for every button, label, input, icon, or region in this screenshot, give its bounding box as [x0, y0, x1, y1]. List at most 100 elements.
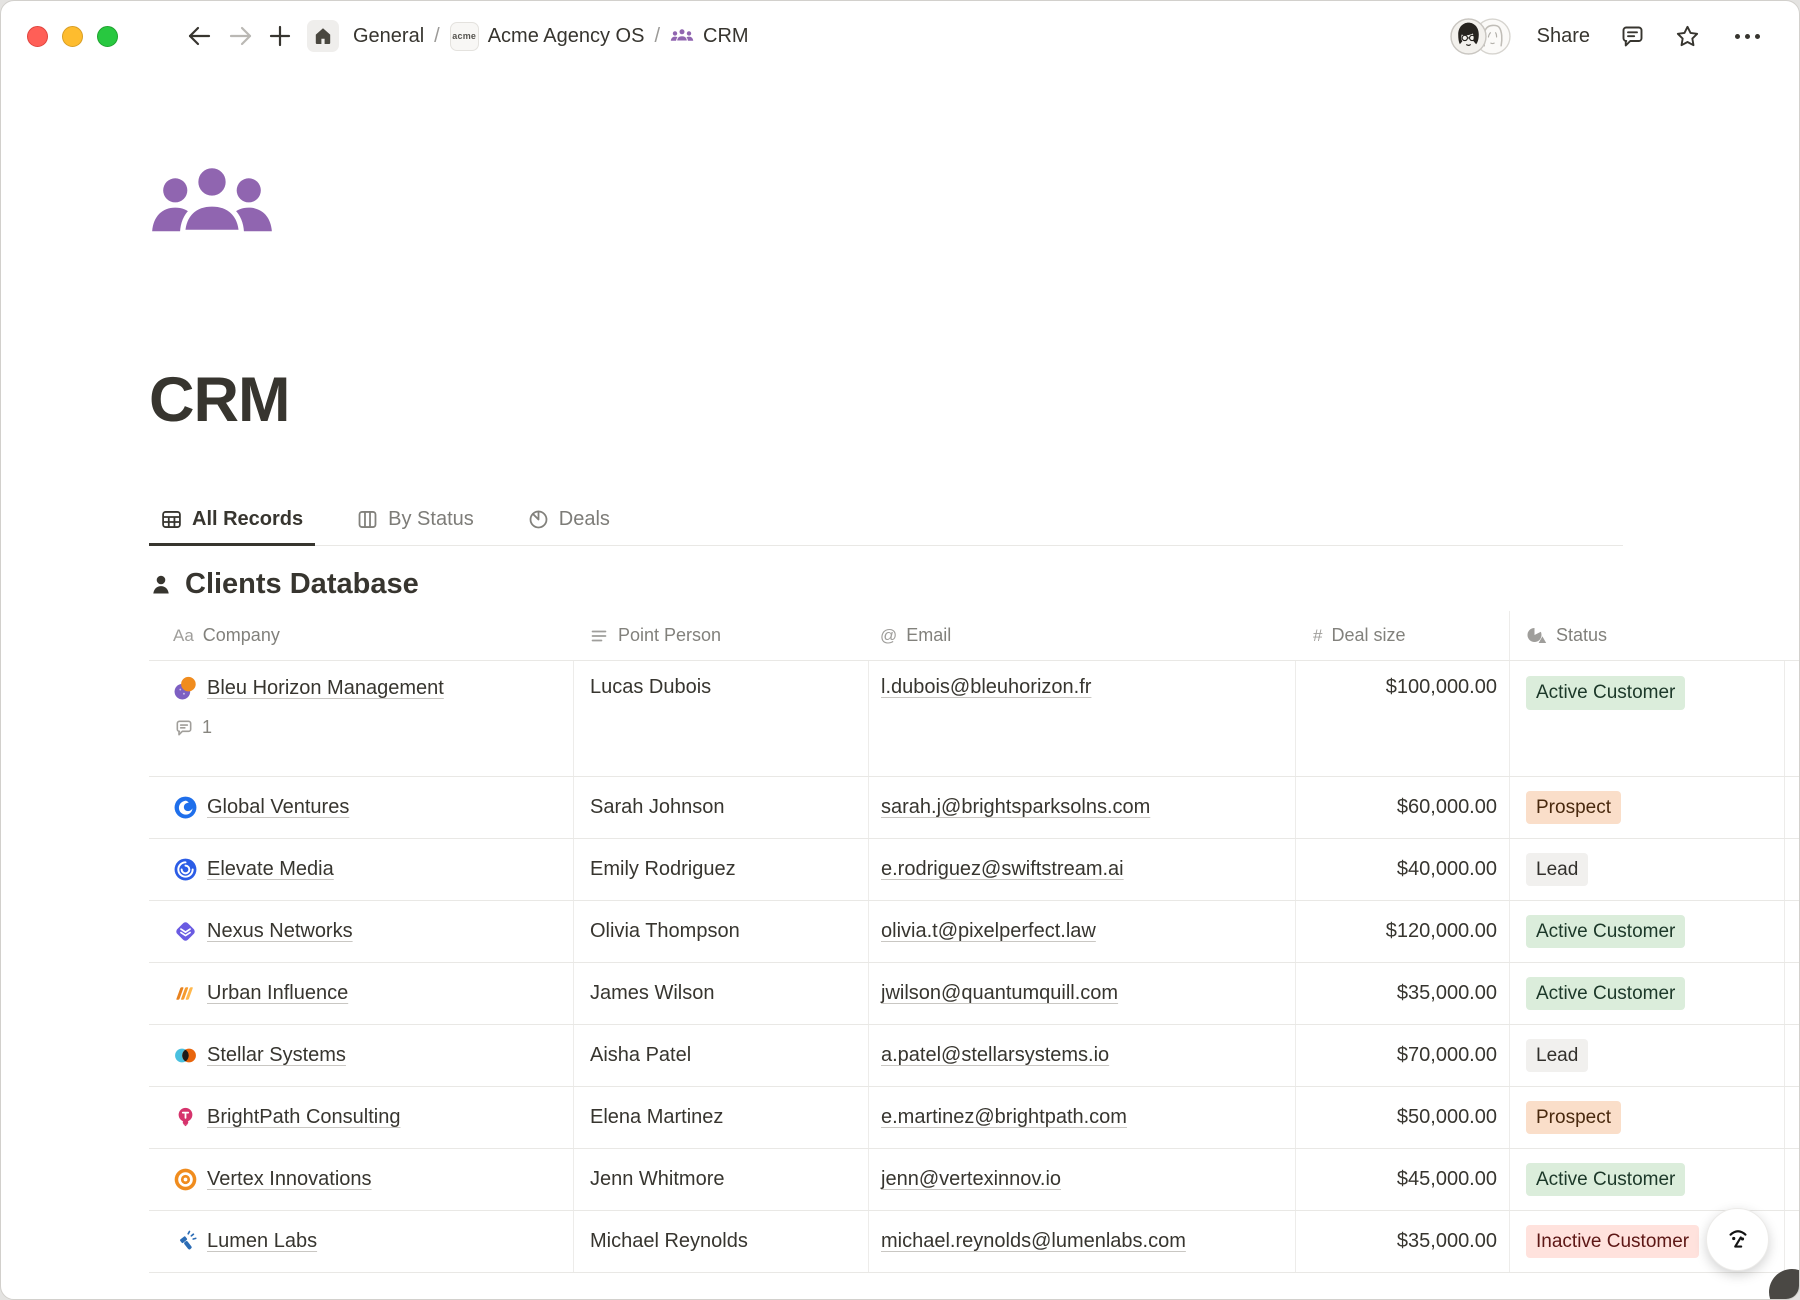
- page-icon-people-group[interactable]: [149, 163, 275, 245]
- status-badge[interactable]: Active Customer: [1526, 1163, 1685, 1197]
- home-button[interactable]: [307, 20, 339, 52]
- company-cell[interactable]: Lumen Labs: [149, 1211, 573, 1272]
- email-cell[interactable]: michael.reynolds@lumenlabs.com: [868, 1211, 1295, 1272]
- status-cell[interactable]: Active Customer: [1509, 963, 1784, 1024]
- status-cell[interactable]: Lead: [1509, 1025, 1784, 1086]
- person-cell[interactable]: Olivia Thompson: [573, 901, 868, 962]
- deal-size-cell[interactable]: $35,000.00: [1295, 963, 1509, 1024]
- breadcrumb-crm[interactable]: CRM: [664, 22, 755, 51]
- deal-size-cell[interactable]: $40,000.00: [1295, 839, 1509, 900]
- email-cell[interactable]: e.rodriguez@swiftstream.ai: [868, 839, 1295, 900]
- company-link[interactable]: Elevate Media: [207, 858, 334, 881]
- notion-ai-button[interactable]: [1706, 1208, 1769, 1271]
- breadcrumb-general[interactable]: General: [347, 22, 430, 51]
- email-cell[interactable]: jenn@vertexinnov.io: [868, 1149, 1295, 1210]
- status-badge[interactable]: Lead: [1526, 1039, 1588, 1073]
- company-link[interactable]: BrightPath Consulting: [207, 1106, 400, 1129]
- email-cell[interactable]: e.martinez@brightpath.com: [868, 1087, 1295, 1148]
- breadcrumb-workspace[interactable]: acme Acme Agency OS: [444, 19, 651, 54]
- person-cell[interactable]: James Wilson: [573, 963, 868, 1024]
- email-cell[interactable]: sarah.j@brightsparksolns.com: [868, 777, 1295, 838]
- status-badge[interactable]: Lead: [1526, 853, 1588, 887]
- email-link[interactable]: a.patel@stellarsystems.io: [881, 1044, 1109, 1067]
- status-cell[interactable]: Lead: [1509, 839, 1784, 900]
- email-link[interactable]: e.rodriguez@swiftstream.ai: [881, 858, 1124, 881]
- deal-size-cell[interactable]: $100,000.00: [1295, 661, 1509, 776]
- database-title[interactable]: Clients Database: [149, 568, 1799, 601]
- share-button[interactable]: Share: [1529, 21, 1598, 52]
- company-cell[interactable]: Elevate Media: [149, 839, 573, 900]
- tab-by-status[interactable]: By Status: [345, 508, 486, 546]
- company-cell[interactable]: Nexus Networks: [149, 901, 573, 962]
- email-link[interactable]: olivia.t@pixelperfect.law: [881, 920, 1096, 943]
- status-badge[interactable]: Inactive Customer: [1526, 1225, 1699, 1259]
- person-cell[interactable]: Aisha Patel: [573, 1025, 868, 1086]
- company-cell[interactable]: Stellar Systems: [149, 1025, 573, 1086]
- email-cell[interactable]: l.dubois@bleuhorizon.fr: [868, 661, 1295, 776]
- status-cell[interactable]: Active Customer: [1509, 1149, 1784, 1210]
- back-button[interactable]: [186, 24, 213, 48]
- company-link[interactable]: Bleu Horizon Management: [207, 677, 444, 700]
- comment-indicator[interactable]: 1: [173, 717, 573, 738]
- deal-size-cell[interactable]: $60,000.00: [1295, 777, 1509, 838]
- person-cell[interactable]: Lucas Dubois: [573, 661, 868, 776]
- page-title[interactable]: CRM: [149, 369, 1799, 432]
- column-header-status[interactable]: Status: [1509, 611, 1784, 660]
- person-cell[interactable]: Michael Reynolds: [573, 1211, 868, 1272]
- email-cell[interactable]: olivia.t@pixelperfect.law: [868, 901, 1295, 962]
- email-link[interactable]: l.dubois@bleuhorizon.fr: [881, 676, 1091, 699]
- email-link[interactable]: sarah.j@brightsparksolns.com: [881, 796, 1150, 819]
- deal-size-cell[interactable]: $120,000.00: [1295, 901, 1509, 962]
- new-tab-button[interactable]: [268, 24, 292, 48]
- company-link[interactable]: Lumen Labs: [207, 1230, 317, 1253]
- email-link[interactable]: jwilson@quantumquill.com: [881, 982, 1118, 1005]
- company-cell[interactable]: Global Ventures: [149, 777, 573, 838]
- status-badge[interactable]: Prospect: [1526, 1101, 1621, 1135]
- company-link[interactable]: Stellar Systems: [207, 1044, 346, 1067]
- deal-size-cell[interactable]: $50,000.00: [1295, 1087, 1509, 1148]
- favorite-button[interactable]: [1674, 23, 1701, 50]
- company-cell[interactable]: Urban Influence: [149, 963, 573, 1024]
- person-cell[interactable]: Jenn Whitmore: [573, 1149, 868, 1210]
- company-cell[interactable]: Bleu Horizon Management 1: [149, 661, 573, 776]
- forward-button[interactable]: [227, 24, 254, 48]
- email-link[interactable]: michael.reynolds@lumenlabs.com: [881, 1230, 1186, 1253]
- status-badge[interactable]: Active Customer: [1526, 915, 1685, 949]
- deal-size-cell[interactable]: $35,000.00: [1295, 1211, 1509, 1272]
- deal-size-cell[interactable]: $45,000.00: [1295, 1149, 1509, 1210]
- company-link[interactable]: Global Ventures: [207, 796, 349, 819]
- email-link[interactable]: jenn@vertexinnov.io: [881, 1168, 1061, 1191]
- company-cell[interactable]: Vertex Innovations: [149, 1149, 573, 1210]
- company-link[interactable]: Urban Influence: [207, 982, 348, 1005]
- close-window-button[interactable]: [27, 26, 48, 47]
- status-cell[interactable]: Active Customer: [1509, 661, 1784, 776]
- tab-all-records[interactable]: All Records: [149, 508, 315, 546]
- column-header-point-person[interactable]: Point Person: [573, 611, 868, 660]
- comments-button[interactable]: [1619, 23, 1646, 50]
- person-cell[interactable]: Sarah Johnson: [573, 777, 868, 838]
- status-badge[interactable]: Active Customer: [1526, 676, 1685, 710]
- column-header-company[interactable]: Aa Company: [149, 611, 573, 660]
- corner-button[interactable]: [1769, 1269, 1800, 1300]
- company-link[interactable]: Vertex Innovations: [207, 1168, 372, 1191]
- person-cell[interactable]: Elena Martinez: [573, 1087, 868, 1148]
- email-link[interactable]: e.martinez@brightpath.com: [881, 1106, 1127, 1129]
- company-link[interactable]: Nexus Networks: [207, 920, 353, 943]
- viewer-avatars[interactable]: [1450, 18, 1511, 55]
- status-badge[interactable]: Prospect: [1526, 791, 1621, 825]
- more-options-button[interactable]: [1729, 34, 1766, 39]
- tab-deals[interactable]: Deals: [516, 508, 622, 546]
- person-cell[interactable]: Emily Rodriguez: [573, 839, 868, 900]
- status-badge[interactable]: Active Customer: [1526, 977, 1685, 1011]
- deal-size-cell[interactable]: $70,000.00: [1295, 1025, 1509, 1086]
- status-cell[interactable]: Prospect: [1509, 1087, 1784, 1148]
- sidebar-toggle-icon[interactable]: [142, 26, 169, 46]
- email-cell[interactable]: jwilson@quantumquill.com: [868, 963, 1295, 1024]
- company-cell[interactable]: BrightPath Consulting: [149, 1087, 573, 1148]
- status-cell[interactable]: Active Customer: [1509, 901, 1784, 962]
- column-header-deal-size[interactable]: # Deal size: [1295, 611, 1509, 660]
- column-header-email[interactable]: @ Email: [868, 611, 1295, 660]
- minimize-window-button[interactable]: [62, 26, 83, 47]
- status-cell[interactable]: Prospect: [1509, 777, 1784, 838]
- avatar-1[interactable]: [1450, 18, 1487, 55]
